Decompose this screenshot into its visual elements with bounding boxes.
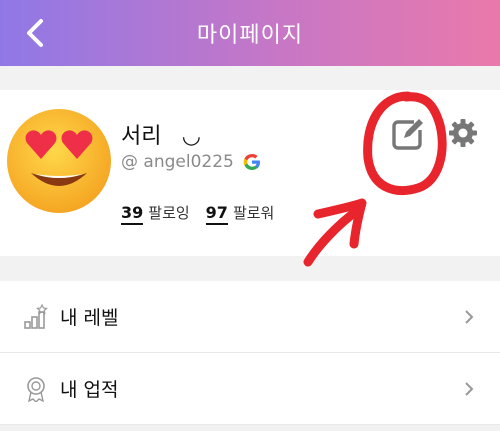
heart-eyes-emoji-avatar[interactable] <box>5 107 113 215</box>
back-button[interactable] <box>20 17 52 49</box>
nickname: 서리ㅤ◡ㅤ <box>121 124 222 149</box>
follow-stats: 39 팔로잉 97 팔로워 <box>121 202 274 225</box>
handle-row: @ angel0225 <box>121 152 262 172</box>
followers-label: 팔로워 <box>232 204 275 222</box>
menu-item-my-achievements[interactable]: 내 업적 <box>0 353 500 425</box>
following-count: 39 <box>121 203 144 225</box>
menu-label-my-level: 내 레벨 <box>60 307 119 329</box>
page-title: 마이페이지 <box>196 23 304 48</box>
menu-label-my-achievements: 내 업적 <box>60 379 119 401</box>
chevron-right-icon <box>465 309 474 324</box>
level-bars-icon <box>24 303 48 329</box>
menu-item-my-level[interactable]: 내 레벨 <box>0 281 500 353</box>
user-handle: @ angel0225 <box>121 152 234 172</box>
followers-count: 97 <box>205 203 228 225</box>
profile-card: 서리ㅤ◡ㅤ @ angel0225 39 팔로잉 97 팔로워 <box>0 90 500 256</box>
edit-profile-button[interactable] <box>390 118 424 152</box>
following-label: 팔로잉 <box>148 204 190 222</box>
gear-icon <box>449 119 477 147</box>
achievement-medal-icon <box>27 376 45 402</box>
menu-list: 내 레벨 내 업적 <box>0 281 500 425</box>
following-stat[interactable]: 39 팔로잉 <box>121 202 190 225</box>
chevron-right-icon <box>465 381 474 396</box>
google-icon <box>243 154 260 170</box>
edit-icon <box>392 119 423 150</box>
settings-button[interactable] <box>448 118 478 148</box>
top-app-bar: 마이페이지 <box>0 0 500 66</box>
followers-stat[interactable]: 97 팔로워 <box>205 202 275 225</box>
chevron-left-icon <box>27 19 43 47</box>
